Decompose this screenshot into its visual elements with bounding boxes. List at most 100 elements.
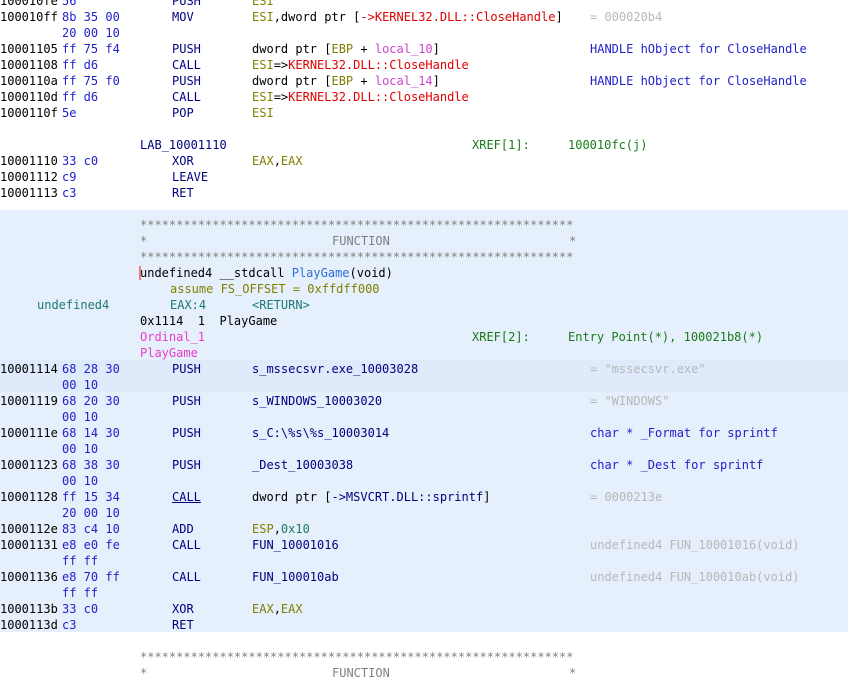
- listing-row-symbol-label[interactable]: Ordinal_1 XREF[2]: Entry Point(*), 100021b…: [0, 329, 848, 345]
- instruction-address[interactable]: 10001114: [0, 361, 58, 377]
- listing-row-instruction[interactable]: 1000110f 5e POP ESI: [0, 105, 848, 121]
- function-name[interactable]: PlayGame: [292, 266, 350, 280]
- symbol-label[interactable]: PlayGame: [140, 345, 198, 361]
- operand-token-ext[interactable]: KERNEL32.DLL::CloseHandle: [288, 58, 469, 72]
- instruction-operands[interactable]: ESI=>KERNEL32.DLL::CloseHandle: [252, 57, 469, 73]
- instruction-mnemonic[interactable]: LEAVE: [172, 169, 208, 185]
- operand-token-dataref[interactable]: FUN_10001016: [252, 538, 339, 552]
- instruction-mnemonic[interactable]: PUSH: [172, 425, 201, 441]
- instruction-operands[interactable]: s_mssecsvr.exe_10003028: [252, 361, 418, 377]
- instruction-operands[interactable]: EAX,EAX: [252, 601, 303, 617]
- listing-row-instruction[interactable]: 10001105 ff 75 f4 PUSH dword ptr [EBP + loc…: [0, 41, 848, 57]
- instruction-operands[interactable]: ESI=>KERNEL32.DLL::CloseHandle: [252, 89, 469, 105]
- instruction-address[interactable]: 1000110d: [0, 89, 58, 105]
- instruction-mnemonic[interactable]: XOR: [172, 601, 194, 617]
- instruction-mnemonic[interactable]: CALL: [172, 569, 201, 585]
- xref-value[interactable]: Entry Point(*), 100021b8(*): [568, 329, 763, 345]
- listing-row-instruction[interactable]: 10001108 ff d6 CALL ESI=>KERNEL32.DLL::Clos…: [0, 57, 848, 73]
- operand-token-dataref[interactable]: _Dest_10003038: [252, 458, 353, 472]
- listing-row-instruction[interactable]: 1000111e 68 14 30 PUSH s_C:\%s\%s_10003014 c…: [0, 425, 848, 441]
- instruction-operands[interactable]: s_WINDOWS_10003020: [252, 393, 382, 409]
- instruction-operands[interactable]: ESP,0x10: [252, 521, 310, 537]
- instruction-address[interactable]: 1000113d: [0, 617, 58, 633]
- instruction-operands[interactable]: FUN_10001016: [252, 537, 339, 553]
- instruction-mnemonic[interactable]: CALL: [172, 537, 201, 553]
- operand-token-ext[interactable]: KERNEL32.DLL::CloseHandle: [288, 90, 469, 104]
- instruction-mnemonic[interactable]: RET: [172, 617, 194, 633]
- instruction-address[interactable]: 10001128: [0, 489, 58, 505]
- listing-row-instruction[interactable]: 10001128 ff 15 34 CALL dword ptr [->MSVCRT.…: [0, 489, 848, 505]
- instruction-address[interactable]: 10001112: [0, 169, 58, 185]
- operand-token-dataref[interactable]: FUN_100010ab: [252, 570, 339, 584]
- instruction-mnemonic[interactable]: CALL: [172, 57, 201, 73]
- listing-row-instruction[interactable]: 10001136 e8 70 ff CALL FUN_100010ab undefine…: [0, 569, 848, 585]
- instruction-operands[interactable]: ESI: [252, 0, 274, 9]
- instruction-mnemonic[interactable]: CALL: [172, 489, 201, 505]
- instruction-mnemonic[interactable]: PUSH: [172, 73, 201, 89]
- instruction-address[interactable]: 10001131: [0, 537, 58, 553]
- listing-row-instruction[interactable]: 1000110a ff 75 f0 PUSH dword ptr [EBP + loc…: [0, 73, 848, 89]
- code-label[interactable]: LAB_10001110: [140, 137, 227, 153]
- listing-row-instruction[interactable]: 10001114 68 28 30 PUSH s_mssecsvr.exe_10003…: [0, 361, 848, 377]
- listing-row-instruction[interactable]: 10001119 68 20 30 PUSH s_WINDOWS_10003020 = …: [0, 393, 848, 409]
- operand-token-dataref[interactable]: s_C:\%s\%s_10003014: [252, 426, 389, 440]
- instruction-mnemonic[interactable]: RET: [172, 185, 194, 201]
- instruction-mnemonic[interactable]: XOR: [172, 153, 194, 169]
- instruction-mnemonic[interactable]: ADD: [172, 521, 194, 537]
- instruction-operands[interactable]: ESI,dword ptr [->KERNEL32.DLL::CloseHand…: [252, 9, 563, 25]
- instruction-operands[interactable]: EAX,EAX: [252, 153, 303, 169]
- listing-row-instruction[interactable]: 10001131 e8 e0 fe CALL FUN_10001016 undefine…: [0, 537, 848, 553]
- operand-token-dataref[interactable]: s_WINDOWS_10003020: [252, 394, 382, 408]
- instruction-operands[interactable]: dword ptr [EBP + local_10]: [252, 41, 440, 57]
- instruction-mnemonic[interactable]: PUSH: [172, 393, 201, 409]
- listing-row-instruction[interactable]: 1000113d c3 RET: [0, 617, 848, 633]
- listing-row-instruction[interactable]: 1000113b 33 c0 XOR EAX,EAX: [0, 601, 848, 617]
- operand-token-dataref[interactable]: s_mssecsvr.exe_10003028: [252, 362, 418, 376]
- instruction-mnemonic[interactable]: PUSH: [172, 0, 201, 9]
- instruction-address[interactable]: 100010fe: [0, 0, 58, 9]
- instruction-mnemonic[interactable]: PUSH: [172, 457, 201, 473]
- listing-row-instruction[interactable]: 1000112e 83 c4 10 ADD ESP,0x10: [0, 521, 848, 537]
- instruction-mnemonic[interactable]: CALL: [172, 89, 201, 105]
- listing-row-instruction[interactable]: 10001112 c9 LEAVE: [0, 169, 848, 185]
- instruction-address[interactable]: 10001113: [0, 185, 58, 201]
- instruction-address[interactable]: 100010ff: [0, 9, 58, 25]
- disassembly-listing[interactable]: 100010fe 56 PUSH ESI 100010ff 8b 35 00 MOV ESI,…: [0, 0, 848, 680]
- operand-token-ext[interactable]: ->KERNEL32.DLL::CloseHandle: [360, 10, 555, 24]
- instruction-address[interactable]: 1000110a: [0, 73, 58, 89]
- instruction-address[interactable]: 10001105: [0, 41, 58, 57]
- listing-row-instruction[interactable]: 100010ff 8b 35 00 MOV ESI,dword ptr [->KERN…: [0, 9, 848, 25]
- instruction-address[interactable]: 1000113b: [0, 601, 58, 617]
- listing-row-function-signature[interactable]: undefined4 __stdcall PlayGame(void): [0, 265, 848, 281]
- instruction-address[interactable]: 10001110: [0, 153, 58, 169]
- instruction-operands[interactable]: ESI: [252, 105, 274, 121]
- symbol-label[interactable]: Ordinal_1: [140, 329, 205, 345]
- listing-row-instruction[interactable]: 1000110d ff d6 CALL ESI=>KERNEL32.DLL::Clos…: [0, 89, 848, 105]
- instruction-address[interactable]: 1000111e: [0, 425, 58, 441]
- instruction-operands[interactable]: _Dest_10003038: [252, 457, 353, 473]
- instruction-address[interactable]: 10001119: [0, 393, 58, 409]
- function-signature[interactable]: undefined4 __stdcall PlayGame(void): [140, 265, 393, 281]
- instruction-operands[interactable]: s_C:\%s\%s_10003014: [252, 425, 389, 441]
- operand-token-local[interactable]: local_14: [375, 74, 433, 88]
- instruction-operands[interactable]: dword ptr [->MSVCRT.DLL::sprintf]: [252, 489, 490, 505]
- listing-row-instruction[interactable]: 10001113 c3 RET: [0, 185, 848, 201]
- instruction-address[interactable]: 10001136: [0, 569, 58, 585]
- instruction-mnemonic[interactable]: PUSH: [172, 361, 201, 377]
- instruction-address[interactable]: 1000112e: [0, 521, 58, 537]
- instruction-operands[interactable]: FUN_100010ab: [252, 569, 339, 585]
- instruction-mnemonic[interactable]: MOV: [172, 9, 194, 25]
- listing-row-instruction[interactable]: 10001110 33 c0 XOR EAX,EAX: [0, 153, 848, 169]
- instruction-mnemonic[interactable]: PUSH: [172, 41, 201, 57]
- listing-row-label[interactable]: LAB_10001110 XREF[1]: 100010fc(j): [0, 137, 848, 153]
- instruction-address[interactable]: 10001108: [0, 57, 58, 73]
- instruction-address[interactable]: 1000110f: [0, 105, 58, 121]
- xref-value[interactable]: 100010fc(j): [568, 137, 647, 153]
- instruction-mnemonic[interactable]: POP: [172, 105, 194, 121]
- listing-row-instruction[interactable]: 10001123 68 38 30 PUSH _Dest_10003038 char *…: [0, 457, 848, 473]
- operand-token-local[interactable]: local_10: [375, 42, 433, 56]
- listing-row-instruction[interactable]: 100010fe 56 PUSH ESI: [0, 0, 848, 9]
- instruction-address[interactable]: 10001123: [0, 457, 58, 473]
- operand-token-dataref[interactable]: ->MSVCRT.DLL::sprintf: [331, 490, 483, 504]
- instruction-operands[interactable]: dword ptr [EBP + local_14]: [252, 73, 440, 89]
